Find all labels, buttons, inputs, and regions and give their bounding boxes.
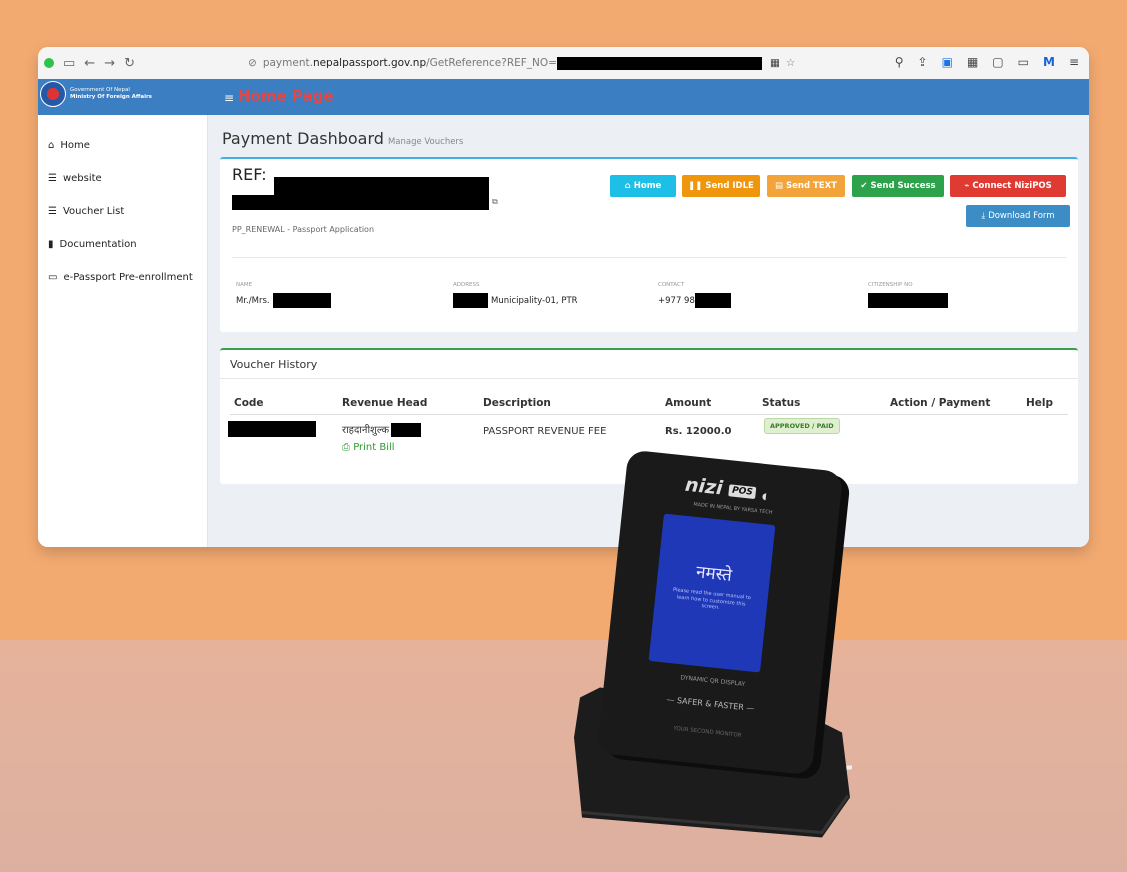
copy-icon[interactable]: ⧉ — [492, 197, 498, 207]
citizenship-label: CITIZENSHIP NO — [868, 282, 913, 288]
voucher-history-title: Voucher History — [230, 358, 318, 371]
redacted-ref-number — [556, 56, 762, 70]
table-surface — [0, 640, 1127, 872]
window-icon[interactable]: ▭ — [1018, 55, 1029, 69]
url-scheme: payment. — [262, 57, 313, 69]
extension-icon[interactable]: ▣ — [942, 55, 953, 69]
tagline-text: YOUR SECOND MONITOR — [672, 725, 742, 739]
app-header: Government Of Nepal Ministry Of Foreign … — [38, 79, 1089, 115]
tab-icon[interactable]: ▢ — [992, 55, 1003, 69]
back-icon[interactable]: ← — [84, 56, 95, 71]
window-control-dot[interactable] — [44, 58, 54, 68]
col-amount: Amount — [665, 397, 712, 409]
hamburger-menu-icon[interactable]: ≡ — [224, 91, 234, 105]
address-label: ADDRESS — [453, 282, 480, 288]
address-value: Municipality-01, PTR — [453, 293, 578, 308]
ref-label: REF: — [232, 165, 267, 184]
sidebar-item-home[interactable]: ⌂ Home — [48, 140, 90, 151]
col-revenue-head: Revenue Head — [342, 397, 428, 409]
contact-value: +977 98 — [658, 293, 731, 308]
wrench-icon[interactable]: ⚲ — [895, 55, 904, 69]
divider — [232, 257, 1066, 258]
site-info-icon[interactable]: ⊘ — [248, 57, 257, 69]
amount-value: Rs. 12000.0 — [665, 426, 732, 437]
pause-icon: ❚❚ — [688, 181, 703, 191]
profile-icon[interactable]: M — [1043, 55, 1055, 69]
share-icon[interactable]: ⇪ — [918, 55, 928, 69]
qr-icon[interactable]: ▦ — [770, 57, 780, 69]
book-icon: ▮ — [48, 239, 54, 250]
application-type: PP_RENEWAL - Passport Application — [232, 225, 375, 234]
send-text-button[interactable]: ▤ Send TEXT — [767, 175, 845, 197]
col-description: Description — [483, 397, 551, 409]
sidebar-item-documentation[interactable]: ▮ Documentation — [48, 239, 137, 250]
browser-toolbar: ▭ ← → ↻ ⊘ payment. nepalpassport.gov.np/G… — [38, 47, 1089, 79]
name-value: Mr./Mrs. — [236, 293, 331, 308]
status-badge: APPROVED / PAID — [764, 418, 840, 434]
sidebar-item-voucher-list[interactable]: ☰ Voucher List — [48, 206, 124, 217]
ministry-logo-text: Government Of Nepal Ministry Of Foreign … — [70, 87, 152, 100]
list-icon: ☰ — [48, 206, 57, 217]
home-icon: ⌂ — [624, 181, 631, 191]
sidebar-toggle-icon[interactable]: ▭ — [63, 56, 75, 71]
screen-greeting: नमस्ते — [695, 562, 733, 586]
citizenship-value — [868, 293, 948, 308]
send-success-button[interactable]: ✔ Send Success — [852, 175, 944, 197]
browser-extensions: ⚲ ⇪ ▣ ▦ ▢ ▭ M ≡ — [895, 55, 1079, 69]
redacted-code — [228, 421, 316, 437]
revenue-head-value: राहदानीशुल्क — [342, 422, 422, 437]
description-value: PASSPORT REVENUE FEE — [483, 426, 607, 437]
menu-icon[interactable]: ≡ — [1069, 55, 1079, 69]
reload-icon[interactable]: ↻ — [124, 56, 135, 71]
device-brand: nizi POS ◖ — [684, 473, 768, 503]
plug-icon: ⌁ — [964, 181, 970, 191]
screen-message: Please read the user manual to learn how… — [672, 586, 752, 611]
browser-window: ▭ ← → ↻ ⊘ payment. nepalpassport.gov.np/G… — [38, 47, 1089, 547]
address-bar[interactable]: ⊘ payment. nepalpassport.gov.np/GetRefere… — [248, 54, 796, 72]
contact-label: CONTACT — [658, 282, 685, 288]
reference-panel: REF: ⧉ PP_RENEWAL - Passport Application… — [220, 157, 1078, 332]
home-icon: ⌂ — [48, 140, 55, 151]
sidebar-item-website[interactable]: ☰ website — [48, 173, 102, 184]
device-screen: नमस्ते Please read the user manual to le… — [648, 513, 776, 673]
bookmark-star-icon[interactable]: ☆ — [786, 57, 795, 69]
forward-icon[interactable]: → — [104, 56, 115, 71]
col-action-payment: Action / Payment — [890, 397, 991, 409]
col-status: Status — [762, 397, 801, 409]
send-idle-button[interactable]: ❚❚ Send IDLE — [682, 175, 760, 197]
government-emblem-icon — [40, 81, 66, 107]
document-icon: ▤ — [775, 181, 784, 191]
pos-device: nizi POS ◖ MADE IN NEPAL BY YARSA TECH न… — [596, 449, 844, 776]
sidebar: ⌂ Home ☰ website ☰ Voucher List ▮ Documentat… — [38, 115, 208, 547]
col-code: Code — [234, 397, 264, 409]
url-path: /GetReference?REF_NO= — [426, 57, 557, 69]
name-label: NAME — [236, 282, 253, 288]
check-circle-icon: ✔ — [860, 181, 868, 191]
slogan-text: — SAFER & FASTER — — [666, 694, 755, 714]
redacted-ref-line1 — [274, 177, 489, 195]
url-host: nepalpassport.gov.np — [312, 57, 427, 69]
redacted-ref-line2 — [232, 195, 489, 210]
page-title: Home Page — [238, 87, 334, 105]
speaker-icon: ◖ — [761, 491, 768, 503]
home-button[interactable]: ⌂ Home — [610, 175, 676, 197]
grid-icon[interactable]: ▦ — [967, 55, 978, 69]
laptop-icon: ▭ — [48, 272, 58, 283]
sidebar-item-epassport[interactable]: ▭ e-Passport Pre-enrollment — [48, 272, 193, 283]
dashboard-heading: Payment Dashboard Manage Vouchers — [222, 129, 464, 148]
col-help: Help — [1026, 397, 1054, 409]
download-form-button[interactable]: ⤓ Download Form — [966, 205, 1070, 227]
printer-icon: ⎙ — [342, 442, 350, 453]
print-bill-link[interactable]: ⎙ Print Bill — [342, 442, 395, 453]
download-icon: ⤓ — [981, 211, 986, 221]
list-icon: ☰ — [48, 173, 57, 184]
connect-nizipos-button[interactable]: ⌁ Connect NiziPOS — [950, 175, 1066, 197]
